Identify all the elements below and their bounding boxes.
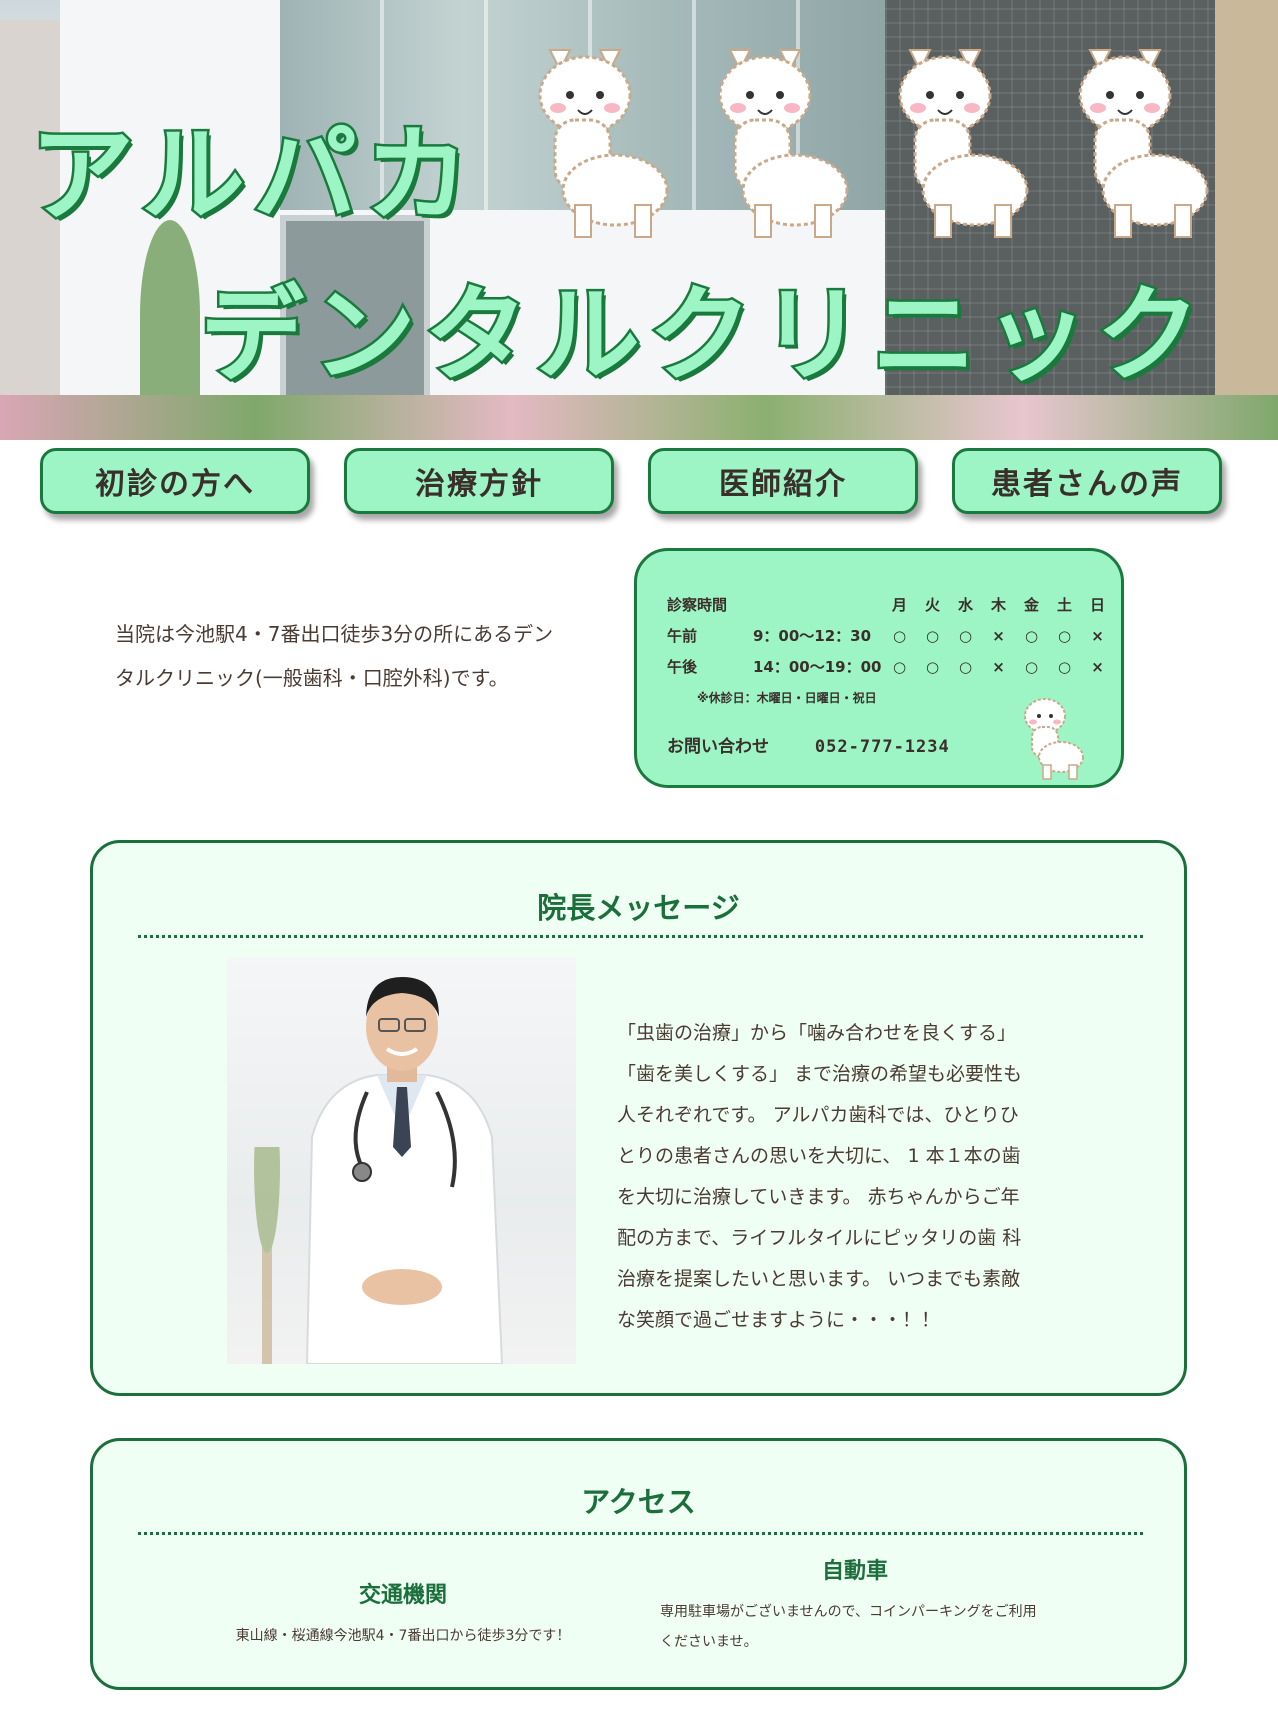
hours-mark: ○ [925, 657, 940, 676]
transit-text: 東山線・桜通線今池駅4・7番出口から徒歩3分です！ [235, 1628, 571, 1644]
car-text: 専用駐車場がございませんので、コインパーキングをご利用くださいませ。 [660, 1604, 1037, 1650]
nav-doctor-intro[interactable]: 医師紹介 [648, 448, 918, 514]
alpaca-illustration-1 [538, 49, 669, 238]
hours-mark: ○ [1057, 657, 1072, 676]
hours-header-row: 診察時間 月 火 水 木 金 土 日 [667, 589, 1114, 620]
hours-row-time: 9：00～12：30 [753, 627, 872, 645]
alpaca-illustration-4 [1078, 49, 1209, 238]
tree [140, 220, 200, 410]
director-message-text: 「虫歯の治療」から「噛み合わせを良くする」「歯を美しくする」 まで治療の希望も必… [617, 1022, 1023, 1331]
hours-table: 診察時間 月 火 水 木 金 土 日 午前 9：00～12：30 ○ ○ ○ ×… [667, 589, 1114, 682]
hours-row-label: 午後 [667, 658, 698, 676]
hours-row-label: 午前 [667, 627, 698, 645]
contact-row: お問い合わせ 052-777-1234 [667, 732, 950, 757]
hours-header-spacer [753, 589, 883, 620]
hours-header-label: 診察時間 [667, 596, 728, 614]
hours-mark: × [992, 626, 1005, 645]
wall-right [1215, 0, 1278, 430]
main-nav: 初診の方へ 治療方針 医師紹介 患者さんの声 [40, 448, 1240, 518]
day-sat: 土 [1056, 596, 1072, 614]
day-mon: 月 [891, 596, 907, 614]
transit-heading: 交通機関 [358, 1583, 447, 1608]
access-title: アクセス [581, 1485, 696, 1519]
flower-garden [0, 395, 1278, 440]
office-hours-card: 診察時間 月 火 水 木 金 土 日 午前 9：00～12：30 ○ ○ ○ ×… [634, 548, 1124, 788]
nav-patient-voices[interactable]: 患者さんの声 [952, 448, 1222, 514]
nav-treatment-policy[interactable]: 治療方針 [344, 448, 614, 514]
access-transit: 交通機関 東山線・桜通線今池駅4・7番出口から徒歩3分です！ [213, 1577, 593, 1651]
day-tue: 火 [924, 596, 940, 614]
hours-mark: ○ [1057, 626, 1072, 645]
director-message-section: 院長メッセージ 「虫歯の治療」から「噛み合わせを良くする」「歯を美しくする」 ま… [90, 840, 1187, 1396]
intro-text: 当院は今池駅4・7番出口徒歩3分の所にあるデンタルクリニック(一般歯科・口腔外科… [115, 622, 554, 690]
dotted-divider [138, 935, 1143, 938]
hours-mark: × [1091, 626, 1104, 645]
hours-mark: ○ [892, 626, 907, 645]
closed-days-note: ※休診日：木曜日・日曜日・祝日 [697, 691, 877, 705]
car-heading: 自動車 [821, 1559, 888, 1584]
hours-mark: ○ [1024, 626, 1039, 645]
day-sun: 日 [1089, 596, 1105, 614]
access-section: アクセス 交通機関 東山線・桜通線今池駅4・7番出口から徒歩3分です！ 自動車 … [90, 1438, 1187, 1690]
hours-mark: × [992, 657, 1005, 676]
hours-mark: ○ [958, 657, 973, 676]
alpaca-illustration-3 [898, 49, 1029, 238]
doctor-photo [227, 957, 576, 1364]
hours-mark: ○ [1024, 657, 1039, 676]
director-message-title: 院長メッセージ [537, 891, 740, 925]
hours-mark: ○ [958, 626, 973, 645]
access-car: 自動車 専用駐車場がございませんので、コインパーキングをご利用くださいませ。 [660, 1553, 1050, 1657]
hours-row-afternoon: 午後 14：00～19：00 ○ ○ ○ × ○ ○ × [667, 651, 1114, 682]
nav-first-visit[interactable]: 初診の方へ [40, 448, 310, 514]
hours-mark: ○ [892, 657, 907, 676]
hours-mark: ○ [925, 626, 940, 645]
dotted-divider [138, 1532, 1143, 1535]
day-wed: 水 [957, 596, 973, 614]
doctor-figure [305, 977, 504, 1364]
day-fri: 金 [1023, 596, 1039, 614]
day-thu: 木 [990, 596, 1006, 614]
mini-alpaca-icon [1024, 698, 1084, 780]
site-title-line2: デンタルクリニック [197, 272, 1209, 399]
phone-number[interactable]: 052-777-1234 [815, 737, 950, 757]
site-title-line1: アルパカ [28, 112, 477, 239]
hours-row-time: 14：00～19：00 [753, 658, 882, 676]
alpaca-illustration-2 [718, 49, 849, 238]
hours-row-morning: 午前 9：00～12：30 ○ ○ ○ × ○ ○ × [667, 620, 1114, 651]
hours-mark: × [1091, 657, 1104, 676]
hero-banner: アルパカ デンタルクリニック [0, 0, 1278, 440]
contact-label: お問い合わせ [667, 737, 769, 757]
